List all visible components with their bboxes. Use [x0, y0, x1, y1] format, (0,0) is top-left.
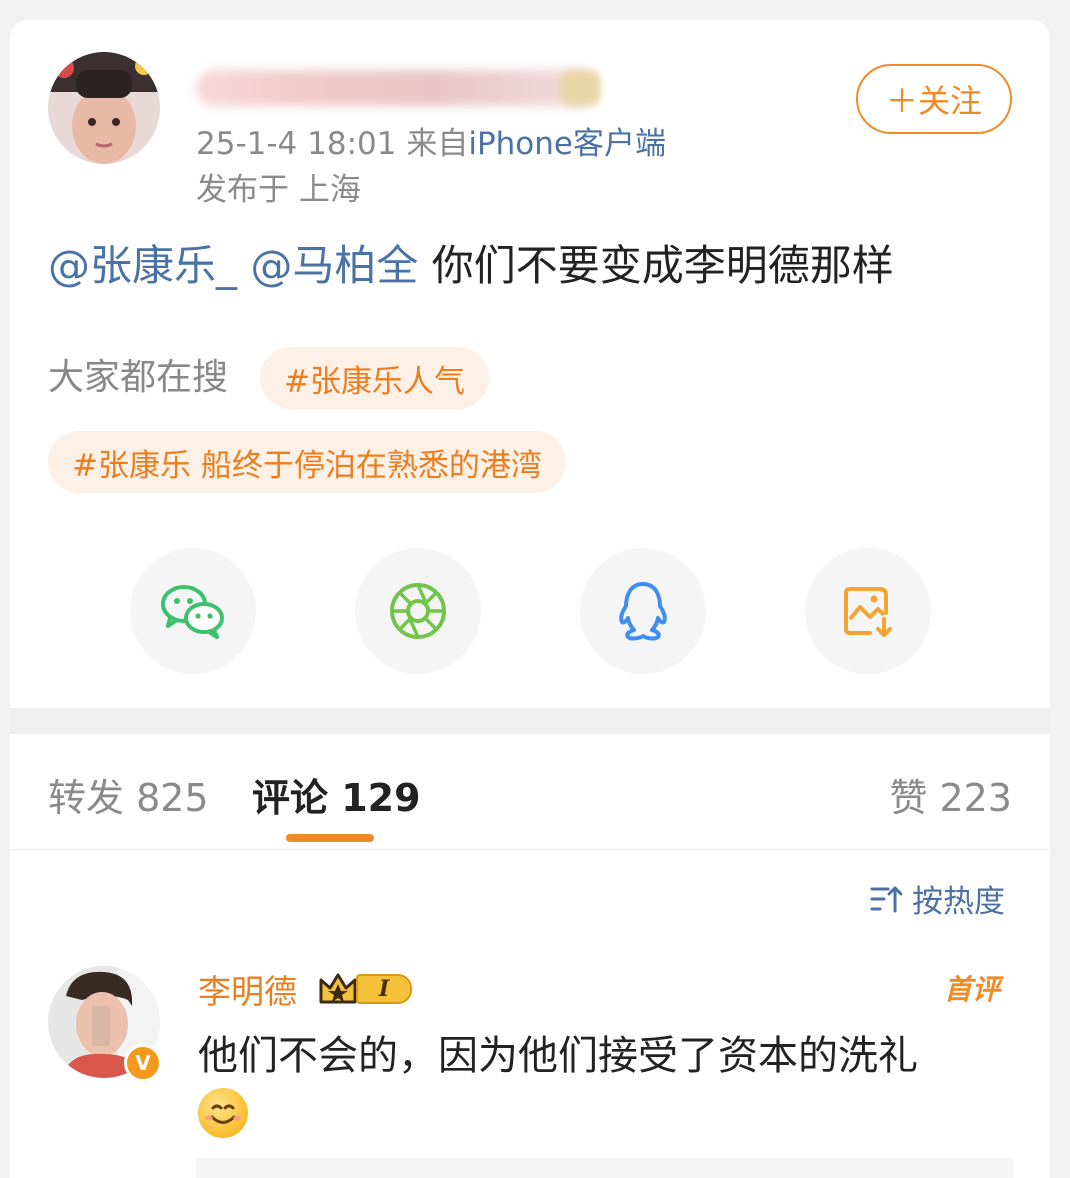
verified-badge-icon: V — [124, 1044, 162, 1082]
active-tab-indicator — [286, 834, 374, 842]
first-comment-badge: 首评 — [944, 973, 1001, 1006]
share-wechat-button[interactable] — [130, 548, 256, 674]
moments-icon — [390, 583, 446, 639]
sort-icon — [870, 886, 902, 912]
share-qq-button[interactable] — [580, 548, 706, 674]
replies-preview[interactable] — [196, 1158, 1014, 1178]
trending-search-label: 大家都在搜 — [48, 357, 229, 398]
post-text: @张康乐_ @马柏全 你们不要变成李明德那样 — [48, 240, 894, 292]
wechat-icon — [161, 585, 224, 639]
commenter-name[interactable]: 李明德 — [198, 970, 297, 1014]
sort-label: 按热度 — [912, 884, 1005, 920]
sort-toggle[interactable]: 按热度 — [870, 876, 1005, 921]
post-location: 发布于 上海 — [196, 172, 361, 208]
post-meta: 25-1-4 18:01 来自iPhone客户端 — [196, 124, 666, 164]
section-divider — [10, 708, 1050, 734]
tab-like[interactable]: 赞 223 — [889, 774, 1012, 822]
comment-text: 他们不会的，因为他们接受了资本的洗礼 — [198, 1033, 918, 1079]
mention-link[interactable]: @马柏全 — [250, 241, 418, 290]
qq-icon — [619, 582, 667, 641]
follow-button[interactable]: ＋关注 — [856, 64, 1012, 134]
trending-tag[interactable]: #张康乐人气 — [260, 347, 489, 409]
mention-link[interactable]: @张康乐_ — [48, 241, 237, 290]
smile-emoji-icon — [198, 1088, 248, 1138]
tab-comment[interactable]: 评论 129 — [252, 774, 421, 822]
interaction-tabs: 转发 825 评论 129 赞 223 — [10, 734, 1050, 850]
trending-tag[interactable]: #张康乐 船终于停泊在熟悉的港湾 — [48, 431, 566, 493]
post-source[interactable]: iPhone客户端 — [468, 126, 666, 162]
share-moments-button[interactable] — [355, 548, 481, 674]
author-name-blurred[interactable] — [196, 70, 596, 106]
save-image-icon — [844, 587, 892, 637]
tab-repost[interactable]: 转发 825 — [48, 774, 209, 822]
author-avatar[interactable] — [48, 52, 160, 164]
member-badge-icon — [560, 70, 600, 106]
member-level-badge: I — [318, 972, 412, 1006]
from-label: 来自 — [406, 126, 469, 162]
post-timestamp: 25-1-4 18:01 — [196, 126, 397, 162]
post-body: 你们不要变成李明德那样 — [418, 241, 894, 290]
member-level: I — [356, 974, 412, 1004]
crown-icon — [319, 973, 357, 1004]
save-image-button[interactable] — [805, 548, 931, 674]
